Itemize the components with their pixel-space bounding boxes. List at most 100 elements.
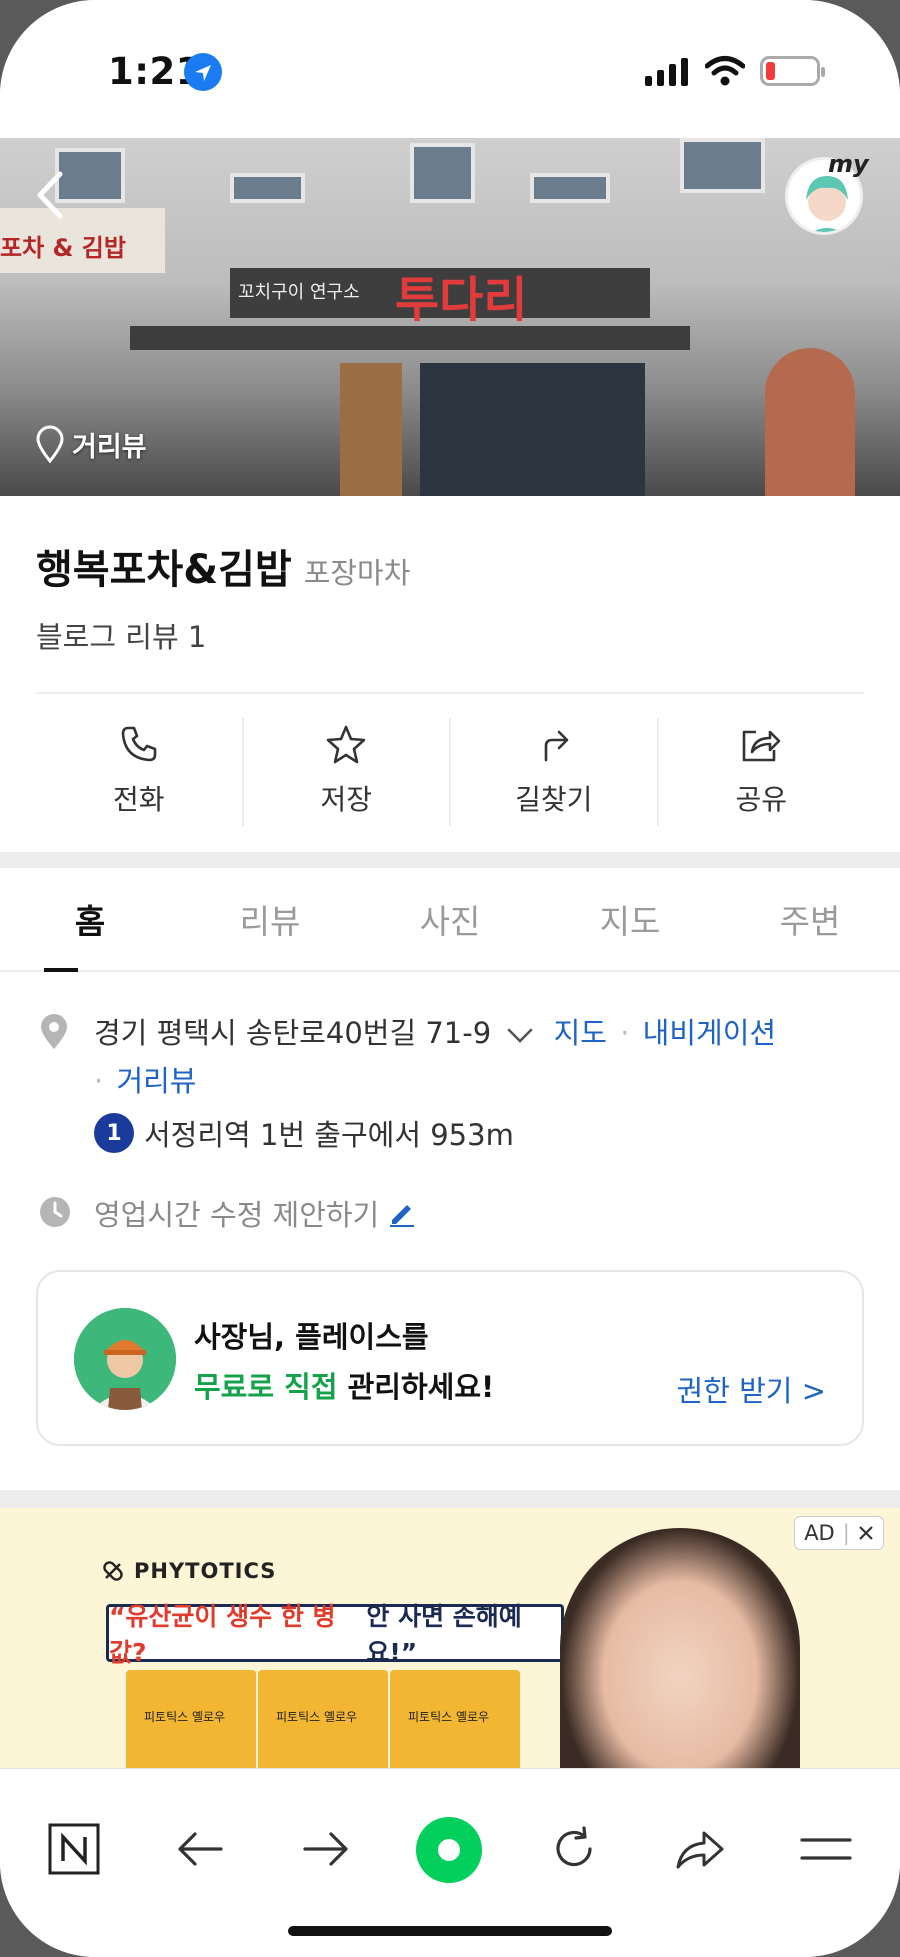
ad-quote-rest: 안 사면 손해예요!” — [366, 1602, 522, 1667]
refresh-button[interactable] — [546, 1821, 602, 1877]
save-button[interactable]: 저장 — [244, 718, 451, 826]
close-icon[interactable] — [858, 1525, 874, 1541]
forward-nav-button[interactable] — [298, 1821, 354, 1877]
share-label: 공유 — [735, 783, 788, 816]
tab-home[interactable]: 홈 — [0, 868, 180, 972]
chevron-down-icon[interactable] — [506, 1012, 534, 1058]
share-page-button[interactable] — [672, 1821, 728, 1877]
ad-brand: PHYTOTICS — [100, 1558, 276, 1584]
clock-icon — [40, 1197, 70, 1227]
navigation-link[interactable]: 내비게이션 — [643, 1016, 776, 1050]
owner-promo-rest: 관리하세요! — [337, 1370, 495, 1404]
store-glass — [420, 363, 645, 496]
arrow-right-icon — [303, 1832, 348, 1866]
naver-home-button[interactable] — [46, 1821, 102, 1877]
ad-badge[interactable]: AD | — [794, 1516, 884, 1550]
arrow-left-icon — [178, 1832, 223, 1866]
back-button[interactable] — [34, 170, 66, 224]
ad-separator: | — [842, 1521, 850, 1545]
cellular-signal-icon — [645, 58, 689, 90]
section-separator — [0, 852, 900, 868]
back-nav-button[interactable] — [172, 1821, 228, 1877]
directions-label: 길찾기 — [515, 783, 593, 816]
share-button[interactable]: 공유 — [659, 718, 865, 826]
hours-suggest-text: 영업시간 수정 제안하기 — [94, 1198, 380, 1232]
battery-icon — [760, 56, 825, 86]
tab-nearby[interactable]: 주변 — [720, 868, 900, 970]
naver-n-icon — [48, 1823, 100, 1875]
call-button[interactable]: 전화 — [36, 718, 244, 826]
product-box: 피토틱스 옐로우 — [126, 1670, 256, 1768]
map-link[interactable]: 지도 — [554, 1016, 607, 1050]
place-name: 행복포차&김밥 — [36, 547, 292, 593]
address-block: 경기 평택시 송탄로40번길 71-9 지도 · 내비게이션 · 거리뷰 — [36, 1010, 866, 1104]
store-awning — [130, 326, 690, 350]
tab-reviews[interactable]: 리뷰 — [180, 868, 360, 970]
address-line: 경기 평택시 송탄로40번길 71-9 지도 · 내비게이션 — [36, 1010, 866, 1058]
building-window — [410, 143, 475, 203]
tab-photos[interactable]: 사진 — [360, 868, 540, 970]
product-box: 피토틱스 옐로우 — [258, 1670, 388, 1768]
neighbor-sign-text: 포차 & 김밥 — [0, 234, 126, 262]
ad-banner[interactable]: AD | PHYTOTICS “유산균이 생수 한 병 값? 안 사면 손해예요… — [0, 1508, 900, 1768]
share-icon — [742, 730, 781, 762]
hours-suggest-link[interactable]: 영업시간 수정 제안하기 — [94, 1192, 417, 1234]
street-view-label: 거리뷰 — [72, 431, 147, 463]
call-label: 전화 — [112, 783, 165, 816]
owner-promo-card[interactable]: 사장님, 플레이스를 무료로 직접 관리하세요! 권한 받기 > — [36, 1270, 864, 1446]
share-arrow-icon — [676, 1831, 724, 1869]
get-permission-link[interactable]: 권한 받기 > — [677, 1368, 826, 1410]
hamburger-menu-icon — [800, 1838, 852, 1860]
status-bar: 1:21 — [0, 0, 900, 138]
ad-model-photo — [560, 1528, 800, 1768]
place-category: 포장마차 — [303, 556, 411, 590]
owner-illustration — [74, 1308, 176, 1410]
divider — [36, 692, 864, 694]
phone-screen: 1:21 포차 & 김밥 꼬치구이 연구소 투다리 my 거리뷰 행복포차&김밥… — [0, 0, 900, 1957]
brand-logo-icon — [103, 1561, 123, 1581]
separator-dot: · — [620, 1016, 630, 1050]
street-view-pin-icon — [36, 425, 64, 464]
naver-green-button[interactable] — [412, 1813, 486, 1887]
building-window — [230, 173, 305, 203]
subway-line-badge: 1 — [94, 1113, 134, 1153]
tab-map[interactable]: 지도 — [540, 868, 720, 970]
save-label: 저장 — [320, 783, 373, 816]
store-door — [340, 363, 402, 496]
owner-promo-line2: 무료로 직접 관리하세요! — [194, 1364, 494, 1406]
location-arrow-icon — [184, 53, 222, 91]
building-window — [530, 173, 610, 203]
action-bar: 전화 저장 길찾기 공유 — [36, 718, 864, 826]
street-view-tag[interactable]: 거리뷰 — [34, 424, 147, 464]
refresh-icon — [556, 1826, 592, 1867]
ad-quote-highlight: “유산균이 생수 한 병 값? — [109, 1602, 336, 1667]
building-window — [680, 138, 765, 193]
signboard-main-text: 투다리 — [395, 272, 528, 328]
street-view-link[interactable]: 거리뷰 — [116, 1064, 196, 1098]
ad-label: AD — [804, 1521, 835, 1545]
naver-green-dot-icon — [416, 1817, 482, 1883]
product-name: 피토틱스 옐로우 — [276, 1710, 358, 1724]
separator-dot: · — [94, 1064, 104, 1098]
place-title-row: 행복포차&김밥 포장마차 — [36, 537, 410, 595]
tab-bar: 홈 리뷰 사진 지도 주변 — [0, 868, 900, 972]
blog-review-link[interactable]: 블로그 리뷰 1 — [36, 614, 206, 656]
signboard-small-text: 꼬치구이 연구소 — [238, 282, 360, 303]
wifi-icon — [704, 55, 746, 91]
phone-icon — [121, 726, 157, 762]
ad-brand-name: PHYTOTICS — [134, 1559, 277, 1583]
ad-quote-box: “유산균이 생수 한 병 값? 안 사면 손해예요!” — [106, 1602, 564, 1667]
directions-button[interactable]: 길찾기 — [451, 718, 659, 826]
product-box: 피토틱스 옐로우 — [390, 1670, 520, 1768]
product-name: 피토틱스 옐로우 — [408, 1710, 490, 1724]
subway-info: 1 서정리역 1번 출구에서 953m — [94, 1112, 514, 1154]
building-arch — [765, 348, 855, 496]
section-separator — [0, 1490, 900, 1508]
address-line-2: · 거리뷰 — [36, 1058, 866, 1104]
owner-promo-highlight: 무료로 직접 — [194, 1370, 338, 1404]
edit-pencil-icon — [390, 1205, 415, 1227]
menu-button[interactable] — [798, 1821, 854, 1877]
owner-promo-line1: 사장님, 플레이스를 — [194, 1320, 429, 1354]
address-text: 경기 평택시 송탄로40번길 71-9 — [94, 1016, 492, 1050]
star-icon — [326, 725, 366, 764]
